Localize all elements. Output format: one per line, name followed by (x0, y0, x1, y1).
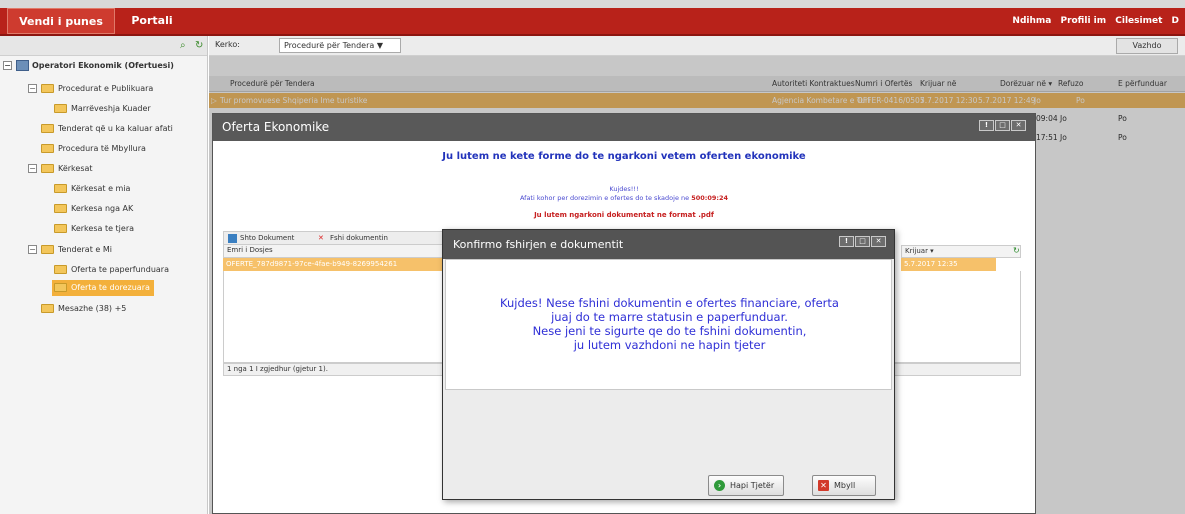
window-controls: ! □ ✕ (979, 120, 1026, 131)
refresh-icon[interactable]: ↻ (195, 40, 206, 51)
nav-overflow[interactable]: D (1172, 16, 1179, 26)
nav-cilesimet[interactable]: Cilesimet (1115, 16, 1162, 26)
sidebar: ⌕ ↻ − Operatori Ekonomik (Ofertuesi) − Pro… (0, 36, 208, 514)
help-icon[interactable]: ! (979, 120, 994, 131)
folder-icon (54, 204, 67, 213)
folder-icon (41, 144, 54, 153)
collapse-icon[interactable]: − (3, 61, 12, 70)
sidebar-item-marreveshja-kuader[interactable]: Marrëveshja Kuader (54, 101, 151, 117)
nav-profili-im[interactable]: Profili im (1060, 16, 1106, 26)
sidebar-item-oferta-paperfunduara[interactable]: Oferta te paperfunduara (54, 262, 169, 278)
vazhdo-button[interactable]: Vazhdo (1116, 38, 1178, 54)
operator-icon (16, 60, 29, 71)
search-icon[interactable]: ⌕ (180, 40, 191, 51)
folder-icon (54, 224, 67, 233)
dialog-title: Konfirmo fshirjen e dokumentit (443, 230, 894, 259)
doc-date-header[interactable]: Krijuar ▾ (901, 245, 1021, 258)
folder-icon (54, 283, 67, 292)
sidebar-item-tenderat-afati[interactable]: Tenderat që u ka kaluar afati (41, 121, 173, 137)
collapse-icon[interactable]: − (28, 164, 37, 173)
search-bar: Kerko: Procedurë për Tendera ▼ Vazhdo (209, 36, 1185, 56)
dialog-controls: ! □ ✕ (839, 236, 886, 247)
folder-icon (54, 104, 67, 113)
sidebar-item-procedurat-publikuara[interactable]: − Procedurat e Publikuara (28, 81, 153, 97)
folder-icon (41, 124, 54, 133)
warning-text: Kujdes!!! (609, 185, 639, 193)
folder-icon (54, 265, 67, 274)
tab-portali[interactable]: Portali (118, 8, 186, 34)
refresh-icon[interactable]: ↻ (1013, 247, 1021, 255)
window-title: Oferta Ekonomike (213, 114, 1035, 141)
add-document-button[interactable]: Shto Dokument (228, 233, 294, 244)
sidebar-item-kerkesa-te-tjera[interactable]: Kerkesa te tjera (54, 221, 134, 237)
deadline-text: Afati kohor per dorezimin e ofertes do t… (519, 194, 729, 202)
arrow-right-icon: › (714, 480, 725, 491)
sidebar-item-kerkesa-nga-ak[interactable]: Kerkesa nga AK (54, 201, 133, 217)
delete-icon: ✕ (318, 233, 324, 242)
maximize-icon[interactable]: □ (855, 236, 870, 247)
next-step-button[interactable]: › Hapi Tjetër (708, 475, 784, 496)
folder-icon (41, 84, 54, 93)
top-bar: Vendi i punes Portali Ndihma Profili im … (0, 8, 1185, 36)
close-button[interactable]: ✕ Mbyll (812, 475, 876, 496)
close-icon[interactable]: ✕ (871, 236, 886, 247)
document-date: 5.7.2017 12:35 (901, 258, 996, 271)
collapse-icon[interactable]: − (28, 245, 37, 254)
close-icon: ✕ (818, 480, 829, 491)
delete-document-button[interactable]: ✕ Fshi dokumentin (318, 233, 388, 244)
add-icon (228, 233, 237, 243)
nav-ndihma[interactable]: Ndihma (1012, 16, 1051, 26)
sidebar-item-tenderat-e-mi[interactable]: − Tenderat e Mi (28, 242, 112, 258)
dialog-message: Kujdes! Nese fshini dokumentin e ofertes… (500, 296, 839, 352)
sidebar-item-oferta-dorezuara[interactable]: Oferta te dorezuara (52, 280, 154, 296)
top-nav: Ndihma Profili im Cilesimet D (1012, 8, 1185, 34)
sidebar-item-kerkesat-e-mia[interactable]: Kërkesat e mia (54, 181, 130, 197)
sidebar-item-mesazhe[interactable]: Mesazhe (38) +5 (41, 301, 126, 317)
sidebar-header: ⌕ ↻ (0, 36, 207, 56)
folder-icon (41, 304, 54, 313)
page-heading: Ju lutem ne kete forme do te ngarkoni ve… (442, 151, 806, 162)
close-icon[interactable]: ✕ (1011, 120, 1026, 131)
browser-strip (0, 0, 1185, 8)
search-type-select[interactable]: Procedurë për Tendera ▼ (279, 38, 401, 53)
sidebar-item-procedura-mbyllura[interactable]: Procedura të Mbyllura (41, 141, 146, 157)
dialog-message-box: Kujdes! Nese fshini dokumentin e ofertes… (445, 259, 892, 390)
maximize-icon[interactable]: □ (995, 120, 1010, 131)
pdf-note: Ju lutem ngarkoni dokumentat ne format .… (534, 211, 714, 219)
search-label: Kerko: (215, 40, 240, 49)
sidebar-item-kerkesat[interactable]: − Kërkesat (28, 161, 93, 177)
help-icon[interactable]: ! (839, 236, 854, 247)
folder-icon (54, 184, 67, 193)
folder-icon (41, 164, 54, 173)
tab-vendi-i-punes[interactable]: Vendi i punes (7, 8, 115, 34)
confirm-delete-dialog: Konfirmo fshirjen e dokumentit ! □ ✕ Kuj… (442, 229, 895, 500)
collapse-icon[interactable]: − (28, 84, 37, 93)
tree-root[interactable]: − Operatori Ekonomik (Ofertuesi) (3, 58, 174, 74)
folder-icon (41, 245, 54, 254)
deadline-value: 500:09:24 (691, 194, 729, 202)
